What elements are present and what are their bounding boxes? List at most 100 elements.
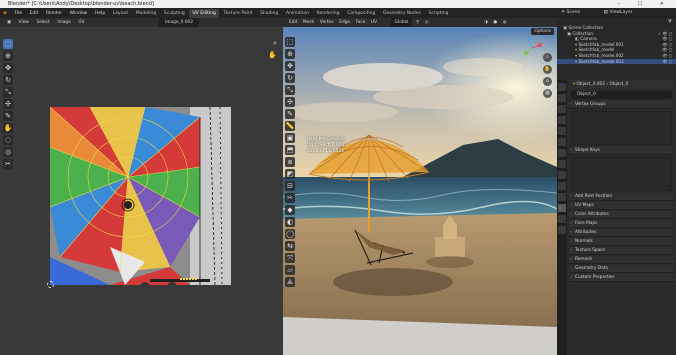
viewport-menu-edge[interactable]: Edge bbox=[337, 18, 352, 27]
add-cube-tool-icon[interactable]: ▣ bbox=[285, 133, 295, 143]
vertex-groups-list[interactable] bbox=[571, 111, 672, 145]
overlay-icon[interactable]: ◑ bbox=[482, 18, 490, 27]
annotate-tool-icon[interactable]: ✎ bbox=[3, 111, 13, 121]
mesh-data-tab-icon[interactable] bbox=[558, 204, 566, 212]
menu-window[interactable]: Window bbox=[67, 9, 91, 18]
spin-tool-icon[interactable]: ◐ bbox=[285, 217, 295, 227]
tab-geometry-nodes[interactable]: Geometry Nodes bbox=[380, 9, 424, 18]
uv-editor-canvas[interactable]: ⬚ ⊕ ✥ ↻ ⤡ ✣ ✎ ✋ ◌ ◎ ✂ ⌕ ✋ bbox=[0, 27, 283, 355]
annotate-tool-icon[interactable]: ✎ bbox=[285, 109, 295, 119]
menu-help[interactable]: Help bbox=[92, 9, 108, 18]
move-tool-icon[interactable]: ✥ bbox=[3, 63, 13, 73]
output-tab-icon[interactable] bbox=[558, 105, 566, 113]
uv-2d-cursor-icon[interactable] bbox=[47, 281, 54, 288]
viewport-menu-uv[interactable]: UV bbox=[369, 18, 379, 27]
rotate-tool-icon[interactable]: ↻ bbox=[285, 73, 295, 83]
measure-tool-icon[interactable]: 📏 bbox=[285, 121, 295, 131]
menu-file[interactable]: File bbox=[12, 9, 26, 18]
shrink-tool-icon[interactable]: ⤧ bbox=[285, 253, 295, 263]
section-remesh[interactable]: Remesh bbox=[569, 256, 674, 264]
render-tab-icon[interactable] bbox=[558, 94, 566, 102]
scene-tab-icon[interactable] bbox=[558, 127, 566, 135]
physics-tab-icon[interactable] bbox=[558, 182, 566, 190]
texture-tab-icon[interactable] bbox=[558, 226, 566, 234]
hand-pan-icon[interactable]: ✋ bbox=[268, 51, 277, 59]
uv-menu-image[interactable]: Image bbox=[54, 18, 73, 27]
loop-cut-tool-icon[interactable]: ⊟ bbox=[285, 181, 295, 191]
view-layer-tab-icon[interactable] bbox=[558, 116, 566, 124]
camera-view-icon[interactable]: ⌂ bbox=[543, 77, 552, 86]
bevel-tool-icon[interactable]: ◩ bbox=[285, 169, 295, 179]
relax-tool-icon[interactable]: ◌ bbox=[3, 135, 13, 145]
section-texture-space[interactable]: Texture Space bbox=[569, 247, 674, 255]
shear-tool-icon[interactable]: ▱ bbox=[285, 265, 295, 275]
window-controls[interactable]: – ☐ ✕ bbox=[618, 0, 672, 8]
rip-tool-icon[interactable]: ⟁ bbox=[285, 277, 295, 287]
tab-animation[interactable]: Animation bbox=[283, 9, 312, 18]
knife-tool-icon[interactable]: ✂ bbox=[285, 193, 295, 203]
rotate-tool-icon[interactable]: ↻ bbox=[3, 75, 13, 85]
rip-tool-icon[interactable]: ✂ bbox=[3, 159, 13, 169]
smooth-tool-icon[interactable]: ◯ bbox=[285, 229, 295, 239]
tab-rendering[interactable]: Rendering bbox=[314, 9, 343, 18]
select-box-tool-icon[interactable]: ⬚ bbox=[3, 39, 13, 49]
navigation-gizmo[interactable] bbox=[521, 37, 543, 59]
zoom-icon[interactable]: ⌕ bbox=[273, 39, 277, 48]
viewport-menu-face[interactable]: Face bbox=[354, 18, 368, 27]
cursor-tool-icon[interactable]: ⊕ bbox=[3, 51, 13, 61]
pinch-tool-icon[interactable]: ◎ bbox=[3, 147, 13, 157]
tool-tab-icon[interactable] bbox=[558, 83, 566, 91]
particles-tab-icon[interactable] bbox=[558, 171, 566, 179]
tab-shading[interactable]: Shading bbox=[257, 9, 281, 18]
viewport-menu-vertex[interactable]: Vertex bbox=[318, 18, 336, 27]
shape-keys-list[interactable] bbox=[571, 157, 672, 191]
uv-menu-select[interactable]: Select bbox=[33, 18, 52, 27]
section-uv-maps[interactable]: UV Maps bbox=[569, 202, 674, 210]
edge-slide-tool-icon[interactable]: ⇆ bbox=[285, 241, 295, 251]
section-face-maps[interactable]: Face Maps bbox=[569, 220, 674, 228]
modifier-tab-icon[interactable] bbox=[558, 160, 566, 168]
menu-edit[interactable]: Edit bbox=[27, 9, 42, 18]
options-button[interactable]: Options bbox=[531, 28, 554, 35]
extrude-tool-icon[interactable]: ⬒ bbox=[285, 145, 295, 155]
section-color-attributes[interactable]: Color Attributes bbox=[569, 211, 674, 219]
tab-scripting[interactable]: Scripting bbox=[425, 9, 451, 18]
scale-tool-icon[interactable]: ⤡ bbox=[285, 85, 295, 95]
tab-compositing[interactable]: Compositing bbox=[344, 9, 378, 18]
tab-layout[interactable]: Layout bbox=[110, 9, 131, 18]
section-shape-keys[interactable]: Shape Keys bbox=[569, 147, 674, 155]
blender-logo-icon[interactable]: ◉ bbox=[0, 9, 10, 18]
transform-tool-icon[interactable]: ✣ bbox=[285, 97, 295, 107]
viewport-menu-mesh[interactable]: Mesh bbox=[301, 18, 316, 27]
image-selector[interactable]: Image_0.002 bbox=[159, 18, 199, 27]
section-normals[interactable]: Normals bbox=[569, 238, 674, 246]
scene-selector[interactable]: Scene bbox=[566, 10, 580, 15]
world-tab-icon[interactable] bbox=[558, 138, 566, 146]
constraints-tab-icon[interactable] bbox=[558, 193, 566, 201]
mesh-data-name-field[interactable]: Object_0 bbox=[571, 91, 672, 99]
hand-pan-icon[interactable]: ✋ bbox=[543, 65, 552, 74]
tab-sculpting[interactable]: Sculpting bbox=[161, 9, 188, 18]
scale-tool-icon[interactable]: ⤡ bbox=[3, 87, 13, 97]
orientation-selector[interactable]: Global bbox=[390, 18, 413, 27]
transform-tool-icon[interactable]: ✣ bbox=[3, 99, 13, 109]
proportional-edit-icon[interactable]: ◎ bbox=[423, 18, 431, 27]
zoom-icon[interactable]: ⌕ bbox=[543, 53, 552, 62]
shading-rendered-icon[interactable]: ◍ bbox=[501, 18, 509, 27]
viewport-menu-edit[interactable]: Edit bbox=[287, 18, 299, 27]
uv-menu-uv[interactable]: UV bbox=[75, 18, 87, 27]
menu-render[interactable]: Render bbox=[43, 9, 65, 18]
section-custom-properties[interactable]: Custom Properties bbox=[569, 274, 674, 282]
viewlayer-selector[interactable]: ViewLayer bbox=[609, 10, 632, 15]
3d-viewport[interactable]: ⬚ ⊕ ✥ ↻ ⤡ ✣ ✎ 📏 ▣ ⬒ ⧈ ◩ ⊟ ✂ ◆ ◐ ◯ ⇆ ⤧ ▱ … bbox=[283, 27, 557, 355]
tab-modeling[interactable]: Modeling bbox=[133, 9, 159, 18]
select-box-tool-icon[interactable]: ⬚ bbox=[285, 37, 295, 47]
section-attributes[interactable]: Attributes bbox=[569, 229, 674, 237]
inset-tool-icon[interactable]: ⧈ bbox=[285, 157, 295, 167]
move-tool-icon[interactable]: ✥ bbox=[285, 61, 295, 71]
tab-texture-paint[interactable]: Texture Paint bbox=[220, 9, 255, 18]
section-geometry-data[interactable]: Geometry Data bbox=[569, 265, 674, 273]
cursor-tool-icon[interactable]: ⊕ bbox=[285, 49, 295, 59]
uv-menu-view[interactable]: View bbox=[16, 18, 32, 27]
editor-type-icon[interactable]: ▣ bbox=[4, 18, 14, 27]
